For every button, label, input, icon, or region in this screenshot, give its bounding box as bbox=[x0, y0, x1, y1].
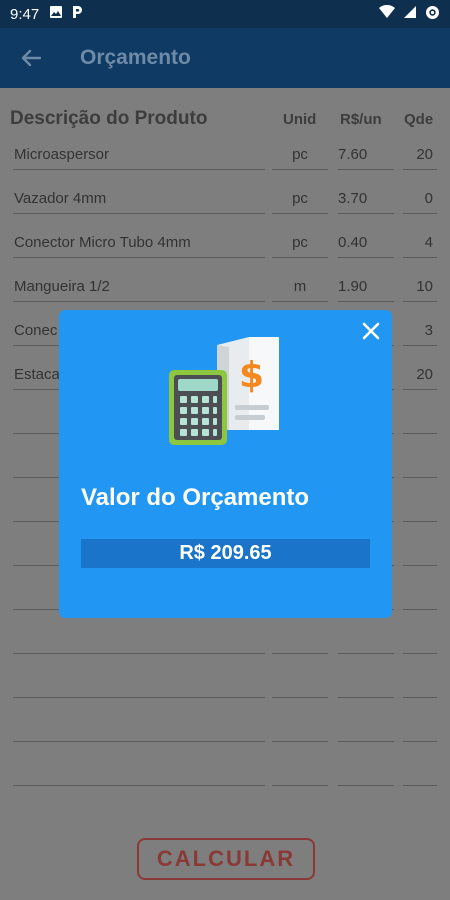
unit-field[interactable]: pc bbox=[272, 228, 328, 258]
quantity-field[interactable]: 0 bbox=[403, 184, 437, 214]
table-row: Vazador 4mm pc 3.70 0 bbox=[0, 184, 450, 228]
quantity-field[interactable] bbox=[403, 580, 437, 610]
unit-field[interactable]: pc bbox=[272, 140, 328, 170]
budget-value: R$ 209.65 bbox=[81, 539, 370, 568]
quantity-field[interactable] bbox=[403, 668, 437, 698]
price-field[interactable] bbox=[338, 756, 394, 786]
app-bar: Orçamento bbox=[0, 28, 450, 88]
price-field[interactable]: 1.90 bbox=[338, 272, 394, 302]
product-description-field[interactable]: Microaspersor bbox=[13, 140, 265, 170]
unit-field[interactable]: m bbox=[272, 272, 328, 302]
product-description-field[interactable]: Conector Micro Tubo 4mm bbox=[13, 228, 265, 258]
price-field[interactable] bbox=[338, 624, 394, 654]
image-icon bbox=[49, 5, 63, 23]
unit-field[interactable] bbox=[272, 712, 328, 742]
signal-icon bbox=[403, 5, 417, 23]
header-unit: Unid bbox=[283, 111, 317, 128]
product-description-field[interactable] bbox=[13, 756, 265, 786]
table-row bbox=[0, 624, 450, 668]
price-field[interactable] bbox=[338, 668, 394, 698]
calculate-button[interactable]: CALCULAR bbox=[137, 838, 315, 880]
header-price: R$/un bbox=[340, 111, 382, 128]
unit-field[interactable] bbox=[272, 756, 328, 786]
unit-field[interactable]: pc bbox=[272, 184, 328, 214]
table-header: Descrição do Produto Unid R$/un Qde bbox=[0, 108, 450, 132]
dialog-title: Valor do Orçamento bbox=[81, 484, 310, 511]
table-row: Conector Micro Tubo 4mm pc 0.40 4 bbox=[0, 228, 450, 272]
table-row bbox=[0, 712, 450, 756]
product-description-field[interactable] bbox=[13, 668, 265, 698]
table-row bbox=[0, 668, 450, 712]
quantity-field[interactable]: 20 bbox=[403, 140, 437, 170]
status-bar: 9:47 bbox=[0, 0, 450, 28]
page-title: Orçamento bbox=[80, 46, 191, 69]
product-description-field[interactable] bbox=[13, 624, 265, 654]
price-field[interactable] bbox=[338, 712, 394, 742]
header-description: Descrição do Produto bbox=[10, 108, 208, 129]
table-row: Microaspersor pc 7.60 20 bbox=[0, 140, 450, 184]
budget-value-dialog: $ Valor do Orçamento R$ 209.65 bbox=[59, 310, 392, 618]
wifi-icon bbox=[379, 4, 395, 23]
table-row bbox=[0, 756, 450, 800]
quantity-field[interactable] bbox=[403, 756, 437, 786]
product-description-field[interactable]: Vazador 4mm bbox=[13, 184, 265, 214]
product-description-field[interactable]: Mangueira 1/2 bbox=[13, 272, 265, 302]
product-description-field[interactable] bbox=[13, 712, 265, 742]
quantity-field[interactable] bbox=[403, 536, 437, 566]
quantity-field[interactable]: 3 bbox=[403, 316, 437, 346]
battery-saver-icon bbox=[425, 5, 440, 24]
arrow-back-icon[interactable] bbox=[0, 28, 62, 88]
quantity-field[interactable]: 4 bbox=[403, 228, 437, 258]
quantity-field[interactable] bbox=[403, 624, 437, 654]
svg-text:$: $ bbox=[239, 355, 264, 396]
header-qty: Qde bbox=[404, 111, 434, 128]
close-icon[interactable] bbox=[360, 320, 382, 342]
price-field[interactable]: 3.70 bbox=[338, 184, 394, 214]
calculator-invoice-icon: $ bbox=[169, 335, 284, 447]
quantity-field[interactable] bbox=[403, 712, 437, 742]
unit-field[interactable] bbox=[272, 624, 328, 654]
price-field[interactable]: 0.40 bbox=[338, 228, 394, 258]
quantity-field[interactable]: 10 bbox=[403, 272, 437, 302]
price-field[interactable]: 7.60 bbox=[338, 140, 394, 170]
status-time: 9:47 bbox=[10, 5, 40, 23]
quantity-field[interactable] bbox=[403, 492, 437, 522]
parking-icon bbox=[71, 5, 83, 23]
quantity-field[interactable] bbox=[403, 404, 437, 434]
quantity-field[interactable] bbox=[403, 448, 437, 478]
unit-field[interactable] bbox=[272, 668, 328, 698]
quantity-field[interactable]: 20 bbox=[403, 360, 437, 390]
